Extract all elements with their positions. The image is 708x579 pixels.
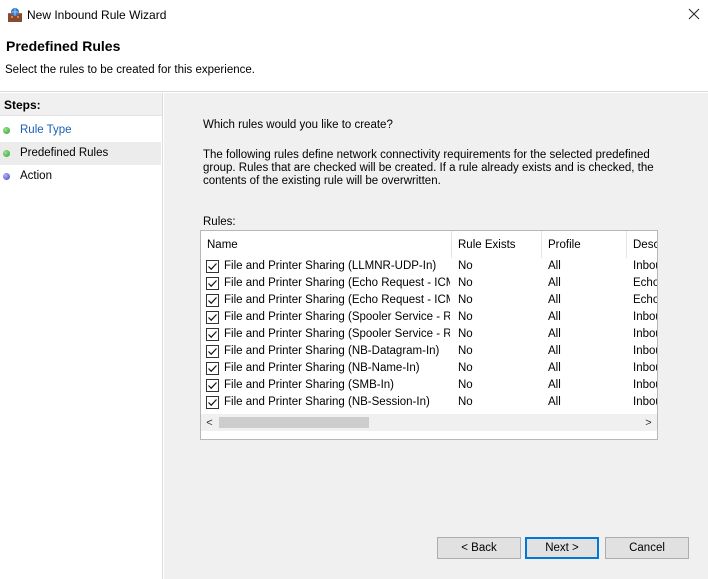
rules-label: Rules: (203, 216, 236, 228)
table-row[interactable]: File and Printer Sharing (Echo Request -… (201, 275, 657, 292)
title-bar: New Inbound Rule Wizard (0, 0, 708, 30)
cell-profile: All (548, 345, 561, 357)
table-row[interactable]: File and Printer Sharing (NB-Name-In) No A… (201, 360, 657, 377)
checkmark-icon (208, 365, 217, 373)
rule-checkbox[interactable] (206, 362, 219, 375)
page-title: Predefined Rules (6, 38, 121, 54)
cell-rule-exists: No (458, 396, 473, 408)
step-pending-dot-icon (3, 173, 10, 180)
rule-checkbox[interactable] (206, 260, 219, 273)
wizard-content: Which rules would you like to create? Th… (164, 93, 708, 579)
rules-list[interactable]: Name Rule Exists Profile Desc File and P… (200, 230, 658, 440)
checkmark-icon (208, 382, 217, 390)
cancel-button[interactable]: Cancel (605, 537, 689, 559)
cell-name: File and Printer Sharing (NB-Datagram-In… (224, 345, 440, 357)
cell-rule-exists: No (458, 345, 473, 357)
cell-description: Echo (633, 294, 657, 306)
step-action: Action (0, 165, 161, 188)
column-header-name[interactable]: Name (201, 231, 452, 258)
step-predefined-rules: Predefined Rules (0, 142, 161, 165)
column-header-rule-exists[interactable]: Rule Exists (452, 231, 542, 258)
cell-name: File and Printer Sharing (Echo Request -… (224, 277, 450, 289)
cell-description: Inbou (633, 362, 657, 374)
rule-checkbox[interactable] (206, 328, 219, 341)
steps-panel: Steps: Rule Type Predefined Rules Action (0, 93, 163, 579)
rule-checkbox[interactable] (206, 379, 219, 392)
cell-rule-exists: No (458, 277, 473, 289)
checkmark-icon (208, 331, 217, 339)
cell-description: Inbou (633, 328, 657, 340)
cell-description: Inbou (633, 311, 657, 323)
column-header-description[interactable]: Desc (627, 231, 657, 258)
cell-rule-exists: No (458, 362, 473, 374)
column-header-profile[interactable]: Profile (542, 231, 627, 258)
cell-profile: All (548, 277, 561, 289)
rule-checkbox[interactable] (206, 311, 219, 324)
cell-profile: All (548, 260, 561, 272)
page-subtitle: Select the rules to be created for this … (5, 64, 255, 76)
close-button[interactable] (680, 2, 708, 28)
scroll-right-button[interactable]: > (640, 414, 657, 431)
cell-profile: All (548, 362, 561, 374)
firewall-app-icon (7, 7, 23, 23)
rule-checkbox[interactable] (206, 277, 219, 290)
cell-description: Inbou (633, 345, 657, 357)
cell-description: Inbou (633, 396, 657, 408)
cell-profile: All (548, 294, 561, 306)
step-current-dot-icon (3, 150, 10, 157)
cell-rule-exists: No (458, 379, 473, 391)
horizontal-scrollbar[interactable]: < > (201, 414, 657, 431)
table-row[interactable]: File and Printer Sharing (Echo Request -… (201, 292, 657, 309)
checkmark-icon (208, 399, 217, 407)
cell-profile: All (548, 328, 561, 340)
table-row[interactable]: File and Printer Sharing (NB-Datagram-In… (201, 343, 657, 360)
rule-checkbox[interactable] (206, 294, 219, 307)
steps-heading: Steps: (0, 93, 162, 116)
scrollbar-thumb[interactable] (219, 417, 369, 428)
cell-profile: All (548, 396, 561, 408)
back-button[interactable]: < Back (437, 537, 521, 559)
cell-rule-exists: No (458, 294, 473, 306)
cell-description: Inbou (633, 379, 657, 391)
table-row[interactable]: File and Printer Sharing (Spooler Servic… (201, 309, 657, 326)
cell-name: File and Printer Sharing (SMB-In) (224, 379, 395, 391)
scroll-left-button[interactable]: < (201, 414, 218, 431)
cell-name: File and Printer Sharing (NB-Name-In) (224, 362, 420, 374)
cell-rule-exists: No (458, 311, 473, 323)
cell-profile: All (548, 379, 561, 391)
checkmark-icon (208, 314, 217, 322)
table-row[interactable]: File and Printer Sharing (NB-Session-In)… (201, 394, 657, 411)
checkmark-icon (208, 297, 217, 305)
next-button[interactable]: Next > (525, 537, 599, 559)
cell-name: File and Printer Sharing (Echo Request -… (224, 294, 450, 306)
cell-rule-exists: No (458, 260, 473, 272)
list-header: Name Rule Exists Profile Desc (201, 231, 657, 258)
cell-name: File and Printer Sharing (NB-Session-In) (224, 396, 430, 408)
cell-name: File and Printer Sharing (Spooler Servic… (224, 311, 450, 323)
window-title: New Inbound Rule Wizard (27, 8, 167, 22)
cell-description: Inbou (633, 260, 657, 272)
cell-description: Echo (633, 277, 657, 289)
table-row[interactable]: File and Printer Sharing (SMB-In) No All In… (201, 377, 657, 394)
rule-checkbox[interactable] (206, 396, 219, 409)
wizard-header: Predefined Rules Select the rules to be … (0, 30, 708, 92)
table-row[interactable]: File and Printer Sharing (Spooler Servic… (201, 326, 657, 343)
checkmark-icon (208, 280, 217, 288)
description-text: The following rules define network conne… (203, 149, 654, 187)
close-icon (688, 8, 700, 23)
cell-name: File and Printer Sharing (LLMNR-UDP-In) (224, 260, 437, 272)
table-row[interactable]: File and Printer Sharing (LLMNR-UDP-In) N… (201, 258, 657, 275)
step-label: Action (20, 170, 52, 182)
question-text: Which rules would you like to create? (203, 119, 393, 131)
cell-rule-exists: No (458, 328, 473, 340)
step-complete-dot-icon (3, 127, 10, 134)
checkmark-icon (208, 348, 217, 356)
cell-name: File and Printer Sharing (Spooler Servic… (224, 328, 450, 340)
step-label: Predefined Rules (20, 147, 109, 159)
step-label[interactable]: Rule Type (20, 124, 72, 136)
checkmark-icon (208, 263, 217, 271)
rule-checkbox[interactable] (206, 345, 219, 358)
cell-profile: All (548, 311, 561, 323)
step-rule-type[interactable]: Rule Type (0, 119, 161, 142)
